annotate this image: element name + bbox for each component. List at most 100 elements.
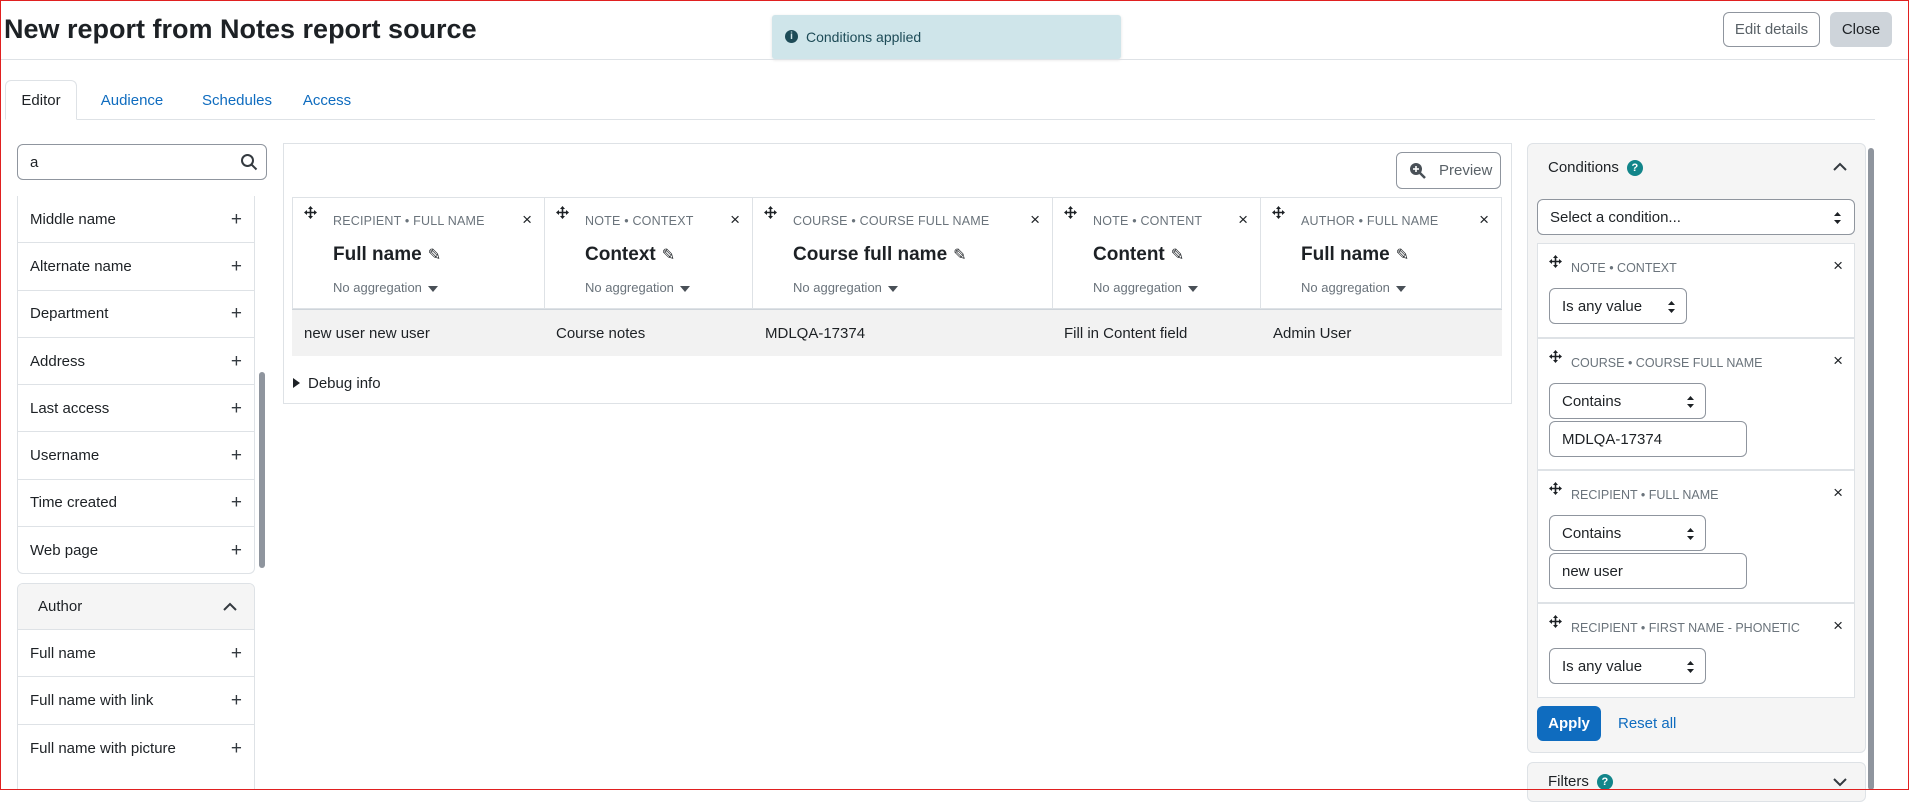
close-icon[interactable]: × [1833, 256, 1843, 276]
author-section-header[interactable]: Author [18, 584, 254, 630]
pencil-icon[interactable]: ✎ [428, 245, 441, 265]
chevron-down-icon[interactable] [1831, 773, 1849, 791]
pencil-icon[interactable]: ✎ [662, 245, 675, 265]
tab-bar: Editor Audience Schedules Access [5, 80, 1875, 120]
preview-label: Preview [1439, 162, 1493, 179]
triangle-right-icon [293, 378, 300, 388]
list-item[interactable]: Alternate name + [18, 243, 254, 291]
filters-panel[interactable]: Filters ? [1527, 762, 1866, 802]
help-icon[interactable]: ? [1596, 773, 1613, 790]
close-button[interactable]: Close [1830, 12, 1892, 47]
tab-schedules[interactable]: Schedules [187, 80, 287, 120]
condition-card: RECIPIENT • FULL NAME × Contains new use… [1537, 470, 1855, 603]
close-icon[interactable]: × [1238, 210, 1248, 230]
table-cell: Fill in Content field [1064, 325, 1188, 342]
plus-icon[interactable]: + [231, 304, 242, 323]
search-value: a [30, 154, 39, 171]
operator-value: Is any value [1562, 658, 1643, 675]
column-name[interactable]: Full name ✎ [1301, 244, 1409, 266]
preview-button[interactable]: Preview [1396, 152, 1501, 189]
list-item[interactable]: Full name + [18, 630, 254, 678]
item-label: Address [30, 352, 86, 370]
item-label: Full name with link [30, 691, 154, 709]
operator-select[interactable]: Is any value [1549, 648, 1706, 684]
divider [0, 59, 1909, 60]
condition-value-input[interactable]: MDLQA-17374 [1549, 421, 1747, 457]
column-name[interactable]: Content ✎ [1093, 244, 1184, 266]
reset-all-link[interactable]: Reset all [1618, 715, 1676, 732]
edit-details-button[interactable]: Edit details [1723, 12, 1820, 47]
list-item[interactable]: Last access + [18, 385, 254, 433]
item-label: Full name with picture [30, 739, 176, 757]
plus-icon[interactable]: + [231, 446, 242, 465]
move-icon[interactable] [556, 206, 569, 219]
move-icon[interactable] [1549, 350, 1562, 363]
close-icon[interactable]: × [1833, 616, 1843, 636]
pencil-icon[interactable]: ✎ [953, 245, 966, 265]
close-icon[interactable]: × [1833, 351, 1843, 371]
tab-editor[interactable]: Editor [5, 80, 77, 120]
search-icon[interactable] [240, 153, 258, 171]
page-scrollbar[interactable] [1868, 148, 1874, 790]
close-icon[interactable]: × [730, 210, 740, 230]
close-icon[interactable]: × [1833, 483, 1843, 503]
list-item[interactable]: Address + [18, 338, 254, 386]
column-name[interactable]: Course full name ✎ [793, 244, 967, 266]
operator-select[interactable]: Contains [1549, 383, 1706, 419]
search-input[interactable]: a [17, 144, 267, 180]
pencil-icon[interactable]: ✎ [1396, 245, 1409, 265]
aggregation-select[interactable]: No aggregation [1093, 280, 1198, 295]
aggregation-select[interactable]: No aggregation [793, 280, 898, 295]
operator-value: Is any value [1562, 298, 1643, 315]
table-cell: MDLQA-17374 [765, 325, 866, 342]
column-caption: RECIPIENT • FULL NAME [333, 214, 485, 228]
close-icon[interactable]: × [1030, 210, 1040, 230]
item-label: Full name [30, 644, 96, 662]
plus-icon[interactable]: + [231, 257, 242, 276]
plus-icon[interactable]: + [231, 399, 242, 418]
plus-icon[interactable]: + [231, 739, 242, 758]
list-item[interactable]: Middle name + [18, 196, 254, 244]
move-icon[interactable] [1549, 255, 1562, 268]
list-item[interactable]: Username + [18, 432, 254, 480]
move-icon[interactable] [304, 206, 317, 219]
column-name[interactable]: Context ✎ [585, 244, 675, 266]
list-item[interactable]: Full name with link + [18, 677, 254, 725]
apply-button[interactable]: Apply [1537, 706, 1601, 741]
aggregation-select[interactable]: No aggregation [585, 280, 690, 295]
list-item[interactable]: Time created + [18, 480, 254, 528]
move-icon[interactable] [764, 206, 777, 219]
aggregation-select[interactable]: No aggregation [1301, 280, 1406, 295]
move-icon[interactable] [1549, 615, 1562, 628]
debug-info-toggle[interactable]: Debug info [293, 375, 381, 392]
chevron-up-icon[interactable] [1831, 158, 1849, 176]
operator-select[interactable]: Contains [1549, 515, 1706, 551]
list-item[interactable]: Web page + [18, 527, 254, 573]
column-name[interactable]: Full name ✎ [333, 244, 441, 266]
list-item[interactable]: Full name with picture + [18, 725, 254, 772]
plus-icon[interactable]: + [231, 352, 242, 371]
plus-icon[interactable]: + [231, 644, 242, 663]
chevron-up-icon[interactable] [221, 598, 239, 616]
page-title: New report from Notes report source [4, 14, 477, 44]
plus-icon[interactable]: + [231, 493, 242, 512]
tab-audience[interactable]: Audience [87, 80, 177, 120]
move-icon[interactable] [1064, 206, 1077, 219]
pencil-icon[interactable]: ✎ [1171, 245, 1184, 265]
close-icon[interactable]: × [522, 210, 532, 230]
plus-icon[interactable]: + [231, 541, 242, 560]
plus-icon[interactable]: + [231, 210, 242, 229]
plus-icon[interactable]: + [231, 691, 242, 710]
operator-select[interactable]: Is any value [1549, 288, 1687, 324]
move-icon[interactable] [1549, 482, 1562, 495]
condition-value-input[interactable]: new user [1549, 553, 1747, 589]
aggregation-select[interactable]: No aggregation [333, 280, 438, 295]
move-icon[interactable] [1272, 206, 1285, 219]
close-icon[interactable]: × [1479, 210, 1489, 230]
section-title: Author [38, 598, 83, 615]
help-icon[interactable]: ? [1626, 159, 1643, 176]
sidebar-scrollbar[interactable] [259, 372, 265, 568]
tab-access[interactable]: Access [287, 80, 367, 120]
list-item[interactable]: Department + [18, 291, 254, 338]
select-condition-dropdown[interactable]: Select a condition... [1537, 199, 1855, 235]
